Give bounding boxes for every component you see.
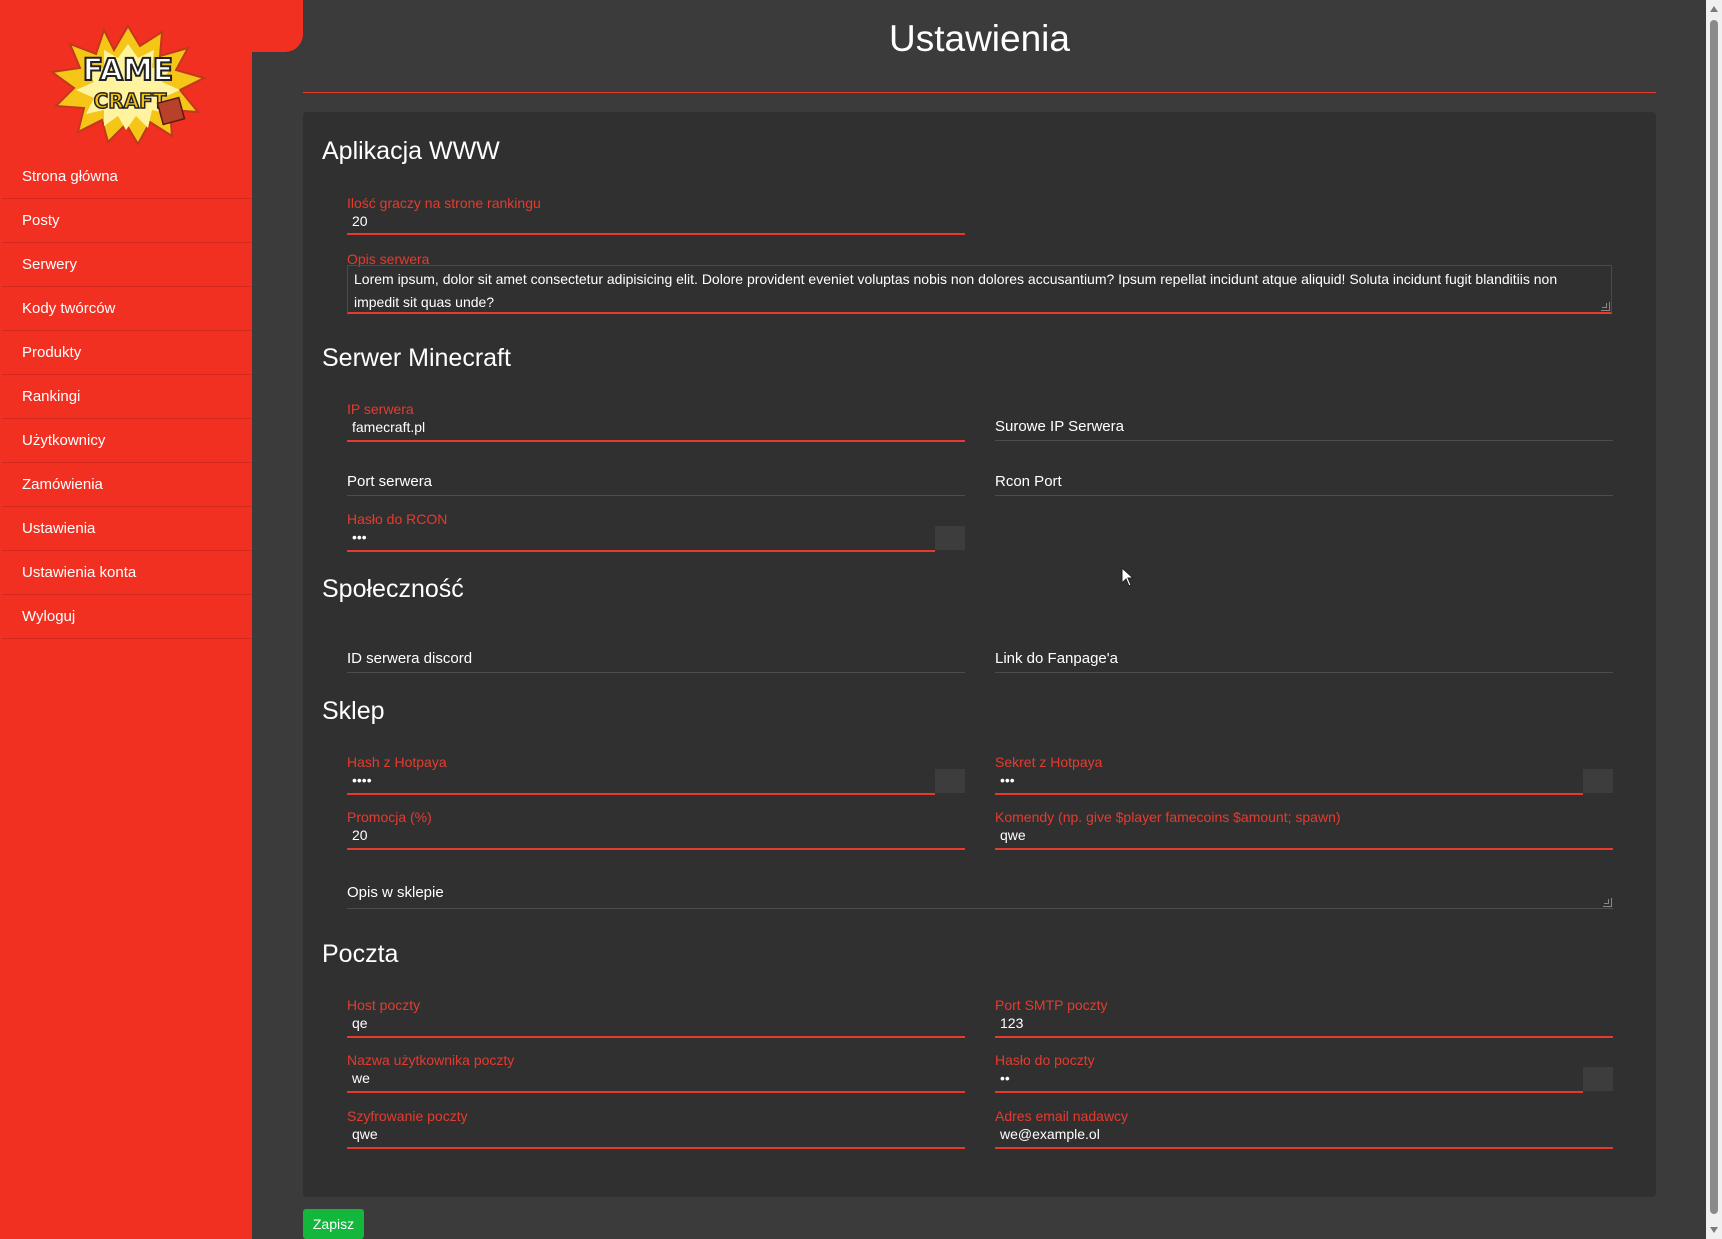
server-ip-label: IP serwera — [347, 401, 414, 417]
rcon-port-placeholder: Rcon Port — [995, 473, 1062, 490]
sidebar-item-creator-codes[interactable]: Kody twórców — [2, 287, 252, 331]
mail-username-field[interactable]: Nazwa użytkownika poczty we — [347, 1050, 965, 1093]
rcon-password-toggle[interactable] — [935, 526, 965, 550]
promotion-value: 20 — [352, 827, 368, 843]
fanpage-link-field[interactable]: Link do Fanpage'a — [995, 631, 1613, 673]
commands-label: Komendy (np. give $player famecoins $amo… — [995, 809, 1341, 825]
sidebar-item-servers[interactable]: Serwery — [2, 243, 252, 287]
mail-encryption-value: qwe — [352, 1126, 378, 1142]
hotpay-hash-label: Hash z Hotpaya — [347, 754, 447, 770]
sidebar-item-rankings[interactable]: Rankingi — [2, 375, 252, 419]
hotpay-secret-field[interactable]: Sekret z Hotpaya ••• — [995, 752, 1583, 795]
raw-server-ip-field[interactable]: Surowe IP Serwera — [995, 399, 1613, 441]
players-per-page-value: 20 — [352, 213, 368, 229]
mail-host-field[interactable]: Host poczty qe — [347, 995, 965, 1038]
sidebar-item-products[interactable]: Produkty — [2, 331, 252, 375]
sidebar-item-posts[interactable]: Posty — [2, 199, 252, 243]
mail-encryption-label: Szyfrowanie poczty — [347, 1108, 468, 1124]
rcon-password-value: ••• — [352, 529, 367, 545]
fanpage-link-placeholder: Link do Fanpage'a — [995, 650, 1118, 667]
sidebar-item-settings[interactable]: Ustawienia — [2, 507, 252, 551]
rcon-password-label: Hasło do RCON — [347, 511, 448, 527]
server-ip-value: famecraft.pl — [352, 419, 426, 435]
mail-host-value: qe — [352, 1015, 368, 1031]
server-port-field[interactable]: Port serwera — [347, 454, 965, 496]
mouse-cursor-icon — [1121, 566, 1135, 592]
hotpay-hash-value: •••• — [352, 772, 372, 788]
mail-username-value: we — [352, 1070, 370, 1086]
save-button[interactable]: Zapisz — [303, 1209, 364, 1239]
hotpay-secret-value: ••• — [1000, 772, 1015, 788]
sidebar-corner — [252, 0, 303, 52]
mail-password-value: •• — [1000, 1070, 1010, 1086]
logo-text-top: FAME — [83, 53, 174, 88]
sidebar-item-home[interactable]: Strona główna — [2, 155, 252, 199]
famecraft-logo[interactable]: FAME CRAFT — [48, 24, 208, 147]
rcon-password-field[interactable]: Hasło do RCON ••• — [347, 509, 935, 552]
discord-id-field[interactable]: ID serwera discord — [347, 631, 965, 673]
hotpay-hash-toggle[interactable] — [935, 769, 965, 793]
mail-password-toggle[interactable] — [1583, 1067, 1613, 1091]
hotpay-secret-label: Sekret z Hotpaya — [995, 754, 1103, 770]
scrollbar-thumb[interactable] — [1710, 20, 1718, 1214]
players-per-page-label: Ilość graczy na strone rankingu — [347, 195, 541, 211]
mail-encryption-field[interactable]: Szyfrowanie poczty qwe — [347, 1106, 965, 1149]
resize-handle-icon[interactable] — [1601, 302, 1610, 311]
settings-card: Aplikacja WWW Ilość graczy na strone ran… — [303, 112, 1656, 1197]
shop-description-textarea[interactable]: Opis w sklepie — [347, 864, 1613, 909]
sidebar: FAME CRAFT Strona główna Posty Serwery K… — [0, 0, 252, 1239]
hotpay-hash-field[interactable]: Hash z Hotpaya •••• — [347, 752, 935, 795]
sidebar-item-logout[interactable]: Wyloguj — [2, 595, 252, 639]
sidebar-item-users[interactable]: Użytkownicy — [2, 419, 252, 463]
server-description-value: Lorem ipsum, dolor sit amet consectetur … — [354, 271, 1558, 310]
scroll-down-arrow-icon[interactable] — [1710, 1227, 1718, 1233]
mail-host-label: Host poczty — [347, 997, 421, 1013]
page-title: Ustawienia — [889, 18, 1070, 59]
smtp-port-label: Port SMTP poczty — [995, 997, 1108, 1013]
sidebar-item-orders[interactable]: Zamówienia — [2, 463, 252, 507]
smtp-port-field[interactable]: Port SMTP poczty 123 — [995, 995, 1613, 1038]
sender-email-value: we@example.ol — [1000, 1126, 1100, 1142]
promotion-label: Promocja (%) — [347, 809, 432, 825]
section-title-minecraft: Serwer Minecraft — [322, 344, 511, 372]
section-title-shop: Sklep — [322, 697, 385, 725]
smtp-port-value: 123 — [1000, 1015, 1024, 1031]
sender-email-label: Adres email nadawcy — [995, 1108, 1129, 1124]
mail-username-label: Nazwa użytkownika poczty — [347, 1052, 515, 1068]
rcon-port-field[interactable]: Rcon Port — [995, 454, 1613, 496]
sidebar-item-account-settings[interactable]: Ustawienia konta — [2, 551, 252, 595]
server-port-placeholder: Port serwera — [347, 473, 433, 490]
commands-value: qwe — [1000, 827, 1026, 843]
logo-text-bottom: CRAFT — [94, 89, 167, 113]
mail-password-field[interactable]: Hasło do poczty •• — [995, 1050, 1583, 1093]
server-description-textarea[interactable]: Lorem ipsum, dolor sit amet consectetur … — [347, 265, 1612, 314]
raw-server-ip-placeholder: Surowe IP Serwera — [995, 418, 1124, 435]
header-divider — [303, 92, 1656, 93]
sidebar-nav: Strona główna Posty Serwery Kody twórców… — [2, 155, 252, 639]
players-per-page-field[interactable]: Ilość graczy na strone rankingu 20 — [347, 192, 965, 235]
sender-email-field[interactable]: Adres email nadawcy we@example.ol — [995, 1106, 1613, 1149]
shop-description-placeholder: Opis w sklepie — [347, 884, 444, 901]
section-title-mail: Poczta — [322, 940, 399, 968]
discord-id-placeholder: ID serwera discord — [347, 650, 473, 667]
scroll-up-arrow-icon[interactable] — [1710, 6, 1718, 12]
server-ip-field[interactable]: IP serwera famecraft.pl — [347, 399, 965, 442]
resize-handle-icon[interactable] — [1603, 898, 1612, 907]
hotpay-secret-toggle[interactable] — [1583, 769, 1613, 793]
section-title-community: Społeczność — [322, 575, 464, 603]
commands-field[interactable]: Komendy (np. give $player famecoins $amo… — [995, 807, 1613, 850]
section-title-www: Aplikacja WWW — [322, 137, 500, 165]
promotion-field[interactable]: Promocja (%) 20 — [347, 807, 965, 850]
mail-password-label: Hasło do poczty — [995, 1052, 1095, 1068]
vertical-scrollbar[interactable] — [1706, 0, 1722, 1239]
